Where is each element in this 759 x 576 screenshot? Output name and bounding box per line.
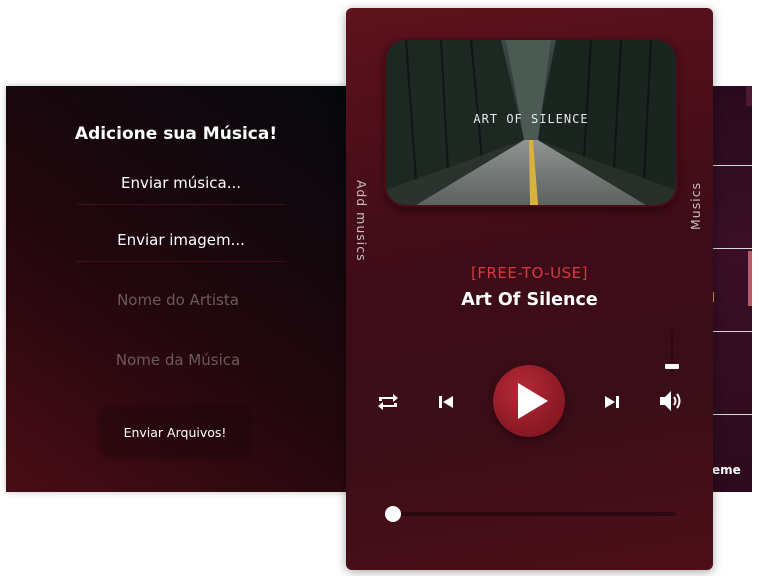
play-icon (518, 383, 548, 419)
progress-thumb[interactable] (385, 506, 401, 522)
upload-title: Adicione sua Música! (74, 124, 278, 144)
album-cover: ART OF SILENCE (384, 38, 678, 207)
send-music-button[interactable]: Enviar música... (76, 174, 286, 205)
song-title: Art Of Silence (461, 290, 598, 310)
volume-button[interactable] (658, 389, 684, 413)
play-button[interactable] (493, 365, 565, 437)
musics-tab[interactable]: Musics (688, 182, 703, 230)
previous-button[interactable] (438, 394, 454, 410)
next-button[interactable] (604, 394, 620, 410)
add-musics-tab[interactable]: Add musics (354, 180, 369, 262)
repeat-icon (378, 394, 398, 410)
music-player: ART OF SILENCE Add musics Musics [FREE-T… (346, 8, 713, 570)
theme-label[interactable]: eme (712, 463, 741, 477)
progress-bar[interactable] (385, 506, 676, 522)
send-image-button[interactable]: Enviar imagem... (76, 231, 286, 262)
send-files-button[interactable]: Enviar Arquivos! (100, 408, 250, 456)
scrollbar[interactable] (746, 86, 752, 106)
volume-slider[interactable] (665, 331, 679, 373)
artist-name-input[interactable] (46, 290, 310, 310)
song-name-input[interactable] (46, 350, 310, 370)
cover-title: ART OF SILENCE (473, 112, 589, 126)
upload-panel: Adicione sua Música! Enviar música... En… (6, 86, 350, 492)
playlist-scrollbar[interactable] (748, 251, 752, 306)
volume-slider-thumb[interactable] (665, 364, 679, 370)
song-tag: [FREE-TO-USE] (470, 264, 589, 282)
volume-icon (660, 391, 681, 411)
repeat-button[interactable] (376, 392, 400, 412)
skip-previous-icon (439, 396, 453, 408)
skip-next-icon (605, 396, 619, 408)
